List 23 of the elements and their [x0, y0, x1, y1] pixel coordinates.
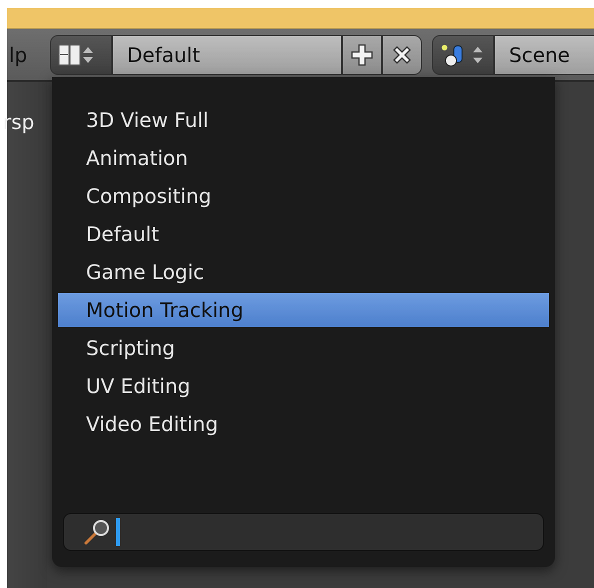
menu-item[interactable]: Video Editing: [58, 405, 549, 443]
menu-item[interactable]: Scripting: [58, 329, 549, 367]
menu-item[interactable]: Default: [58, 215, 549, 253]
layout-icon: [58, 44, 80, 65]
menu-item[interactable]: Animation: [58, 139, 549, 177]
scene-name-field[interactable]: Scene: [494, 34, 594, 74]
up-down-arrows-icon: [473, 46, 482, 63]
search-field[interactable]: [63, 513, 544, 551]
scene-selector-button[interactable]: [432, 34, 494, 74]
scene-icon: [442, 44, 463, 66]
menu-item[interactable]: 3D View Full: [58, 101, 549, 139]
layout-selector-button[interactable]: [50, 34, 112, 74]
menu-item[interactable]: Game Logic: [58, 253, 549, 291]
layout-name-field[interactable]: Default: [112, 34, 342, 74]
delete-layout-button[interactable]: [382, 34, 422, 74]
text-cursor: [116, 518, 120, 546]
add-layout-button[interactable]: [342, 34, 382, 74]
menu-item[interactable]: Motion Tracking: [58, 293, 549, 327]
search-icon: [82, 518, 112, 546]
menu-item[interactable]: UV Editing: [58, 367, 549, 405]
up-down-arrows-icon: [83, 46, 93, 62]
menu-item[interactable]: Compositing: [58, 177, 549, 215]
plus-icon: [350, 42, 374, 66]
